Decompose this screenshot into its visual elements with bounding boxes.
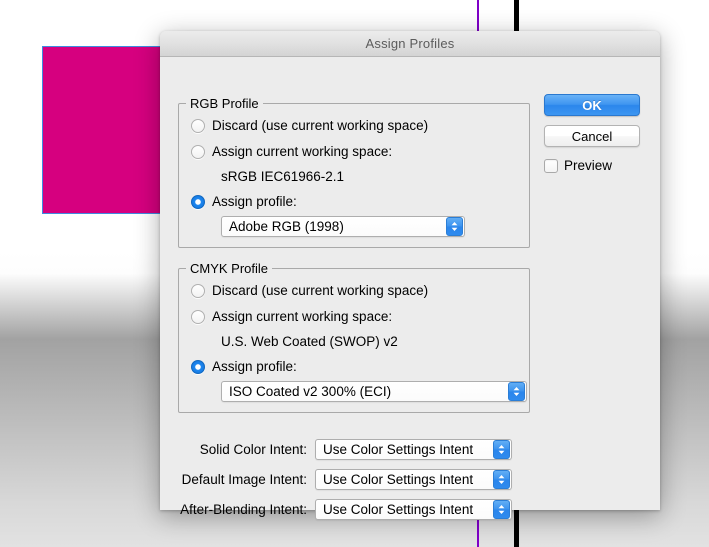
radio-circle-selected-icon bbox=[191, 194, 205, 209]
rgb-radio-assign-profile-label: Assign profile: bbox=[212, 194, 297, 209]
chevron-updown-icon[interactable] bbox=[493, 470, 510, 489]
rgb-profile-combo[interactable]: Adobe RGB (1998) bbox=[221, 216, 465, 237]
dialog-body: RGB Profile Discard (use current working… bbox=[160, 57, 660, 520]
default-image-intent-combo[interactable]: Use Color Settings Intent bbox=[315, 469, 512, 490]
solid-color-intent-row: Solid Color Intent: Use Color Settings I… bbox=[178, 439, 530, 460]
after-blending-intent-label: After-Blending Intent: bbox=[180, 502, 307, 517]
preview-checkbox-label: Preview bbox=[564, 158, 613, 173]
default-image-intent-label: Default Image Intent: bbox=[181, 472, 307, 487]
cmyk-radio-assign-profile[interactable]: Assign profile: bbox=[191, 359, 297, 374]
preview-checkbox-row[interactable]: Preview bbox=[544, 158, 612, 173]
chevron-updown-icon[interactable] bbox=[493, 500, 510, 519]
cmyk-profile-combo[interactable]: ISO Coated v2 300% (ECI) bbox=[221, 381, 527, 402]
checkbox-icon[interactable] bbox=[544, 158, 558, 173]
chevron-updown-icon[interactable] bbox=[493, 440, 510, 459]
cancel-button-label: Cancel bbox=[571, 128, 613, 144]
cmyk-working-space-value: U.S. Web Coated (SWOP) v2 bbox=[221, 334, 398, 349]
rgb-profile-group-legend: RGB Profile bbox=[186, 96, 263, 111]
dialog-titlebar: Assign Profiles bbox=[160, 31, 660, 57]
ok-button-label: OK bbox=[582, 97, 602, 113]
chevron-updown-icon[interactable] bbox=[508, 382, 525, 401]
rgb-radio-discard[interactable]: Discard (use current working space) bbox=[191, 118, 428, 133]
rgb-radio-discard-label: Discard (use current working space) bbox=[212, 118, 429, 133]
cmyk-profile-combo-value: ISO Coated v2 300% (ECI) bbox=[229, 384, 392, 399]
radio-circle-selected-icon bbox=[191, 359, 205, 374]
solid-color-intent-combo[interactable]: Use Color Settings Intent bbox=[315, 439, 512, 460]
rgb-radio-assign-working-space[interactable]: Assign current working space: bbox=[191, 144, 392, 159]
rgb-radio-assign-profile[interactable]: Assign profile: bbox=[191, 194, 297, 209]
ok-button[interactable]: OK bbox=[544, 94, 640, 116]
after-blending-intent-combo[interactable]: Use Color Settings Intent bbox=[315, 499, 512, 520]
solid-color-intent-value: Use Color Settings Intent bbox=[323, 442, 474, 457]
chevron-updown-icon[interactable] bbox=[446, 217, 463, 236]
radio-circle-icon bbox=[191, 118, 205, 133]
cmyk-radio-assign-working-space-label: Assign current working space: bbox=[212, 309, 393, 324]
screen: Assign Profiles RGB Profile Discard (use… bbox=[0, 0, 709, 547]
rgb-radio-assign-working-space-label: Assign current working space: bbox=[212, 144, 393, 159]
after-blending-intent-row: After-Blending Intent: Use Color Setting… bbox=[178, 499, 530, 520]
artboard-magenta-rectangle bbox=[42, 46, 172, 214]
dialog-title: Assign Profiles bbox=[365, 36, 455, 51]
radio-circle-icon bbox=[191, 144, 205, 159]
cmyk-radio-assign-working-space[interactable]: Assign current working space: bbox=[191, 309, 392, 324]
solid-color-intent-label: Solid Color Intent: bbox=[199, 442, 307, 457]
cmyk-profile-group: CMYK Profile Discard (use current workin… bbox=[178, 261, 530, 413]
cmyk-radio-assign-profile-label: Assign profile: bbox=[212, 359, 297, 374]
cmyk-profile-group-legend: CMYK Profile bbox=[186, 261, 273, 276]
default-image-intent-value: Use Color Settings Intent bbox=[323, 472, 474, 487]
default-image-intent-row: Default Image Intent: Use Color Settings… bbox=[178, 469, 530, 490]
rgb-profile-combo-value: Adobe RGB (1998) bbox=[229, 219, 344, 234]
radio-circle-icon bbox=[191, 309, 205, 324]
cmyk-radio-discard-label: Discard (use current working space) bbox=[212, 283, 429, 298]
radio-circle-icon bbox=[191, 283, 205, 298]
after-blending-intent-value: Use Color Settings Intent bbox=[323, 502, 474, 517]
rgb-working-space-value: sRGB IEC61966-2.1 bbox=[221, 169, 345, 184]
rgb-profile-group: RGB Profile Discard (use current working… bbox=[178, 96, 530, 248]
assign-profiles-dialog: Assign Profiles RGB Profile Discard (use… bbox=[160, 31, 660, 520]
cancel-button[interactable]: Cancel bbox=[544, 125, 640, 147]
cmyk-radio-discard[interactable]: Discard (use current working space) bbox=[191, 283, 428, 298]
